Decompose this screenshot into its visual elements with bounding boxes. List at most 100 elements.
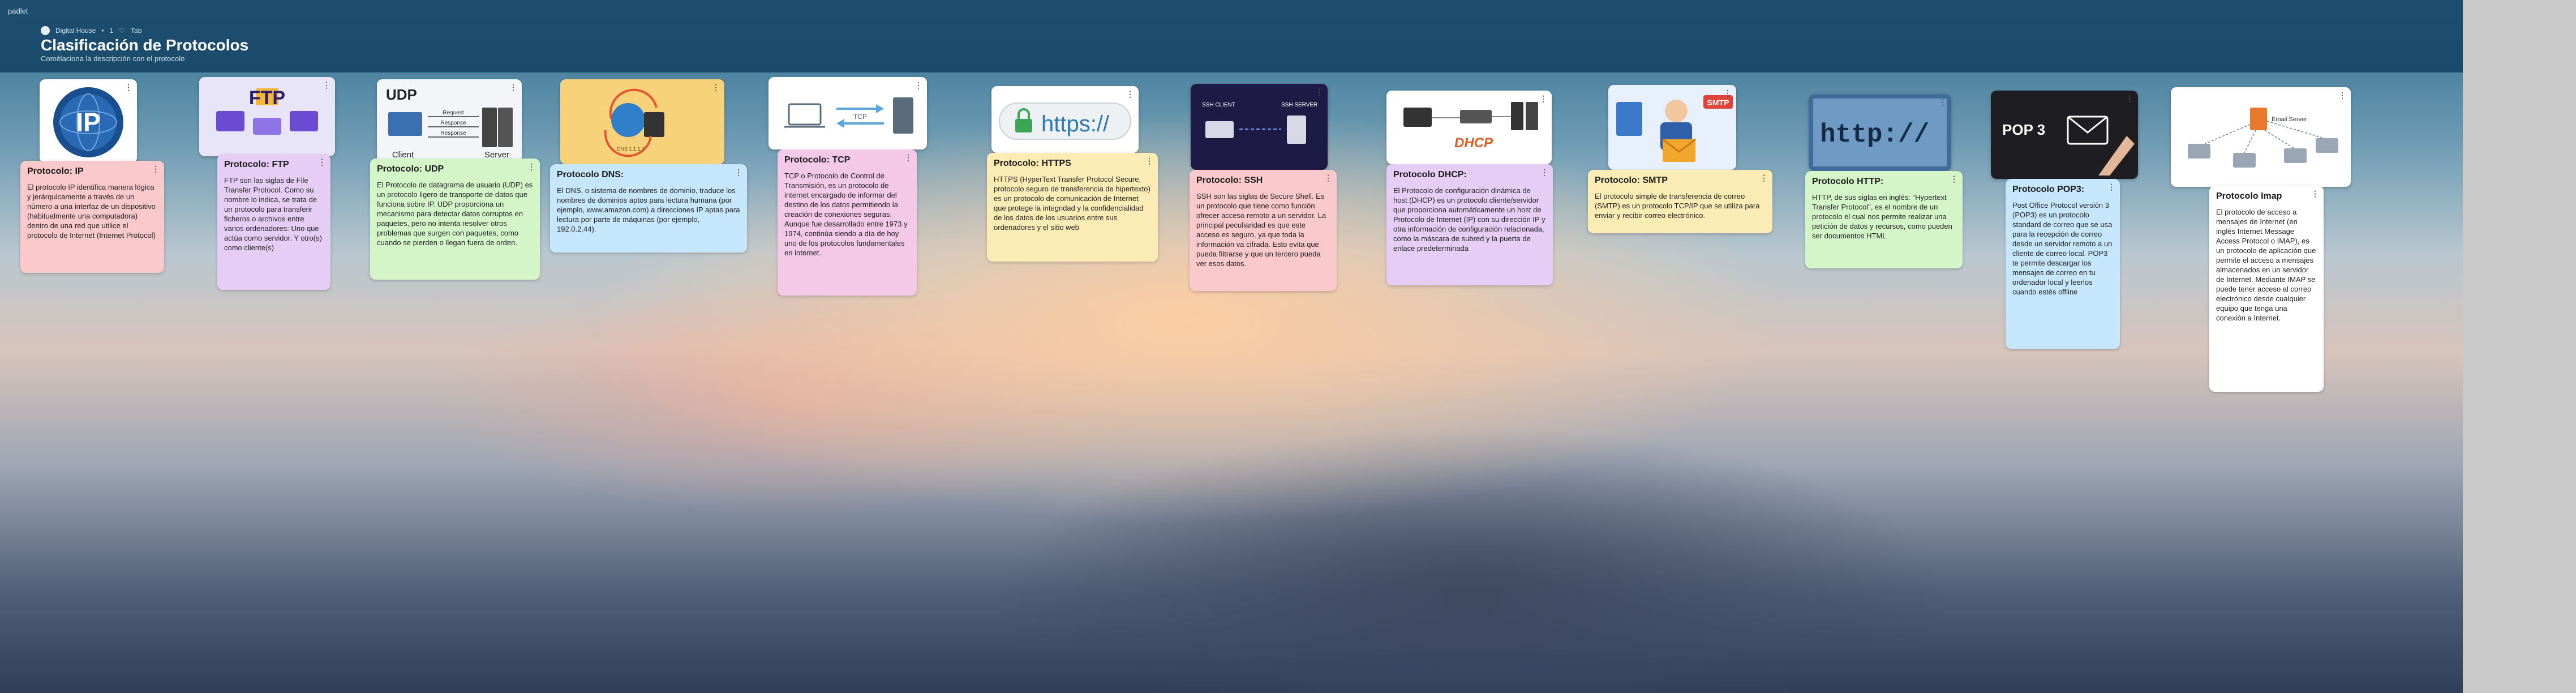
smtp-image-card[interactable]: SMTP ⋮: [1608, 85, 1736, 170]
card-imap[interactable]: ⋮ Protocolo Imap El protocolo de acceso …: [2209, 186, 2324, 392]
imap-image-card[interactable]: Email Server ⋮: [2171, 87, 2351, 187]
card-menu-icon[interactable]: ⋮: [915, 80, 922, 90]
card-pop3[interactable]: ⋮ Protocolo POP3: Post Office Protocol v…: [2006, 179, 2120, 349]
dns-image: DNS 1.1.1.1: [560, 79, 724, 164]
card-title: Protocolo POP3:: [2012, 185, 2085, 194]
ssh-image-card[interactable]: SSH CLIENT SSH SERVER ⋮: [1191, 84, 1328, 170]
tcp-image-card[interactable]: TCP ⋮: [768, 77, 927, 149]
card-dns[interactable]: ⋮ Protocolo DNS: El DNS, o sistema de no…: [550, 164, 747, 253]
card-body: HTTPS (HyperText Transfer Protocol Secur…: [994, 175, 1150, 232]
card-tcp[interactable]: ⋮ Protocolo: TCP TCP o Protocolo de Cont…: [778, 149, 917, 296]
card-title: Protocolo: SSH: [1196, 176, 1263, 185]
smtp-image: SMTP: [1608, 85, 1736, 170]
http-image: http://: [1809, 94, 1951, 171]
card-ftp[interactable]: ⋮ Protocolo: FTP FTP son las siglas de F…: [217, 154, 330, 290]
page-subtitle: Comélaciona la descripción con el protoc…: [41, 54, 185, 63]
card-title: Protocolo DHCP:: [1393, 170, 1467, 179]
card-ip[interactable]: ⋮ Protocolo: IP El protocolo IP identifi…: [20, 161, 164, 273]
card-body: HTTP, de sus siglas en inglés: "Hypertex…: [1812, 193, 1952, 240]
card-dhcp[interactable]: ⋮ Protocolo DHCP: El Protocolo de config…: [1386, 164, 1553, 285]
dns-image-text: DNS 1.1.1.1: [617, 146, 645, 152]
card-menu-icon[interactable]: ⋮: [2338, 91, 2346, 100]
https-image: https://: [991, 86, 1139, 153]
card-menu-icon[interactable]: ⋮: [904, 153, 912, 162]
udp-response-label: Response: [440, 120, 466, 126]
imap-diagram-image: Email Server: [2171, 87, 2351, 187]
ip-globe-image: IP: [53, 87, 123, 157]
card-menu-icon[interactable]: ⋮: [318, 157, 326, 167]
card-ssh[interactable]: ⋮ Protocolo: SSH SSH son las siglas de S…: [1190, 170, 1337, 291]
card-menu-icon[interactable]: ⋮: [1760, 173, 1768, 183]
http-image-text: http://: [1820, 120, 1929, 149]
card-menu-icon[interactable]: ⋮: [735, 168, 742, 177]
card-body: El protocolo de acceso a mensajes de Int…: [2216, 208, 2316, 322]
card-menu-icon[interactable]: ⋮: [527, 162, 535, 172]
breadcrumb-workspace[interactable]: Digital House: [55, 27, 96, 35]
http-image-card[interactable]: http:// ⋮: [1809, 94, 1951, 171]
https-image-text: https://: [1041, 112, 1110, 136]
card-menu-icon[interactable]: ⋮: [1724, 88, 1732, 98]
udp-request-label: Request: [443, 110, 463, 116]
breadcrumb-sep: •: [101, 27, 104, 35]
imap-server-label: Email Server: [2272, 116, 2307, 123]
card-menu-icon[interactable]: ⋮: [2126, 94, 2133, 104]
card-menu-icon[interactable]: ⋮: [1145, 156, 1153, 166]
tcp-image-text: TCP: [853, 113, 867, 121]
pop3-image: POP 3: [1991, 91, 2138, 179]
udp-image-card[interactable]: UDP Request Response Response Client Ser…: [377, 79, 522, 162]
dhcp-image-card[interactable]: DHCP ⋮: [1386, 91, 1552, 164]
ssh-client-label: SSH CLIENT: [1202, 102, 1235, 108]
workspace-logo-icon[interactable]: [41, 26, 50, 35]
ftp-image: FTP: [199, 77, 335, 156]
ip-image-card[interactable]: IP ⋮: [40, 79, 137, 163]
ssh-server-label: SSH SERVER: [1281, 102, 1317, 108]
card-body: El protocolo simple de transferencia de …: [1595, 192, 1760, 220]
card-title: Protocolo: IP: [27, 166, 84, 176]
breadcrumb-count: 1: [109, 27, 114, 35]
breadcrumb-tab[interactable]: Tab: [131, 27, 141, 35]
card-menu-icon[interactable]: ⋮: [152, 164, 160, 174]
card-body: El Protocolo de datagrama de usuario (UD…: [377, 181, 533, 247]
card-menu-icon[interactable]: ⋮: [1126, 89, 1134, 99]
udp-image-title: UDP: [386, 86, 417, 103]
tcp-image: TCP: [768, 77, 927, 149]
ftp-image-text: FTP: [249, 87, 285, 109]
card-title: Protocolo: SMTP: [1595, 176, 1668, 185]
udp-response-label: Response: [440, 130, 466, 136]
card-menu-icon[interactable]: ⋮: [2311, 189, 2319, 199]
card-body: El protocolo IP identifica manera lógica…: [27, 183, 156, 239]
breadcrumb: Digital House • 1 ♡ Tab: [41, 26, 141, 35]
card-menu-icon[interactable]: ⋮: [1939, 97, 1947, 107]
card-menu-icon[interactable]: ⋮: [712, 83, 720, 92]
card-menu-icon[interactable]: ⋮: [323, 80, 330, 90]
card-https[interactable]: ⋮ Protocolo: HTTPS HTTPS (HyperText Tran…: [987, 153, 1158, 262]
card-http[interactable]: ⋮ Protocolo HTTP: HTTP, de sus siglas en…: [1805, 171, 1963, 268]
ftp-image-card[interactable]: FTP ⋮: [199, 77, 335, 156]
https-image-card[interactable]: https:// ⋮: [991, 86, 1139, 153]
card-body: El DNS, o sistema de nombres de dominio,…: [557, 186, 740, 233]
card-smtp[interactable]: ⋮ Protocolo: SMTP El protocolo simple de…: [1588, 170, 1772, 233]
card-udp[interactable]: ⋮ Protocolo: UDP El Protocolo de datagra…: [370, 159, 540, 280]
pop3-image-text: POP 3: [2002, 121, 2045, 138]
card-menu-icon[interactable]: ⋮: [1539, 94, 1547, 104]
ssh-image: SSH CLIENT SSH SERVER: [1191, 84, 1328, 170]
smtp-image-text: SMTP: [1707, 98, 1729, 107]
card-menu-icon[interactable]: ⋮: [1540, 168, 1548, 177]
card-menu-icon[interactable]: ⋮: [1324, 173, 1332, 183]
dhcp-image: DHCP: [1386, 91, 1552, 164]
card-menu-icon[interactable]: ⋮: [1950, 174, 1958, 184]
card-title: Protocolo DNS:: [557, 170, 624, 179]
card-menu-icon[interactable]: ⋮: [509, 83, 517, 92]
page-title: Clasificación de Protocolos: [41, 36, 249, 54]
pop3-image-card[interactable]: POP 3 ⋮: [1991, 91, 2138, 179]
card-title: Protocolo: UDP: [377, 164, 444, 174]
right-gutter: [2463, 0, 2576, 693]
card-menu-icon[interactable]: ⋮: [2107, 182, 2115, 192]
dhcp-image-text: DHCP: [1454, 135, 1493, 151]
heart-icon[interactable]: ♡: [119, 27, 125, 35]
board-header: padlet Digital House • 1 ♡ Tab Clasifica…: [0, 0, 2463, 72]
dns-image-card[interactable]: DNS 1.1.1.1 ⋮: [560, 79, 724, 164]
ip-image-text: IP: [76, 108, 100, 137]
card-menu-icon[interactable]: ⋮: [124, 83, 132, 92]
card-menu-icon[interactable]: ⋮: [1315, 87, 1323, 97]
